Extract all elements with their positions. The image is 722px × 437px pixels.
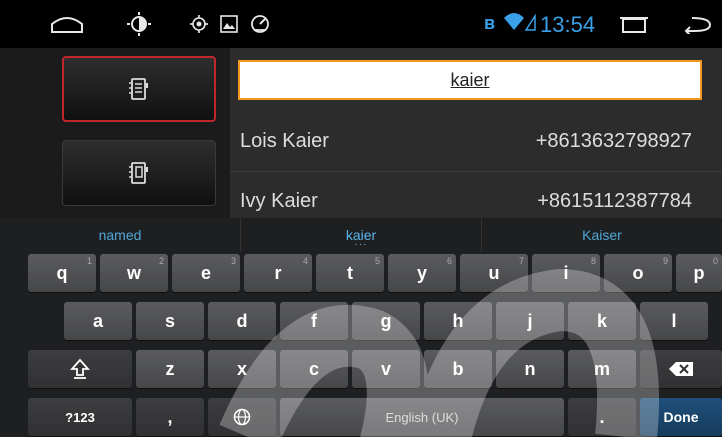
phonebook-button[interactable] (62, 140, 216, 206)
gps-icon (190, 15, 208, 33)
bluetooth-icon: ʙ (484, 13, 496, 33)
key-d[interactable]: d (208, 302, 276, 340)
key-k[interactable]: k (568, 302, 636, 340)
key-t[interactable]: t5 (316, 254, 384, 292)
status-time: 13:54 (540, 12, 596, 37)
contact-name: Lois Kaier (240, 130, 329, 152)
period-key[interactable]: . (568, 398, 636, 436)
home-icon[interactable] (50, 14, 84, 34)
suggestion-bar: named kaier Kaiser (0, 218, 722, 252)
speed-icon (250, 14, 270, 34)
suggestion-3[interactable]: Kaiser (482, 218, 722, 252)
suggestion-2[interactable]: kaier (241, 218, 482, 252)
contact-number: +8613632798927 (535, 130, 692, 152)
contacts-button[interactable] (62, 56, 216, 122)
key-h[interactable]: h (424, 302, 492, 340)
shift-icon (70, 358, 90, 379)
key-l[interactable]: l (640, 302, 708, 340)
backspace-icon (669, 362, 693, 376)
contact-name: Ivy Kaier (240, 190, 318, 212)
language-key[interactable] (208, 398, 276, 436)
shift-key[interactable] (28, 350, 132, 388)
key-e[interactable]: e3 (172, 254, 240, 292)
contact-row[interactable]: Lois Kaier +8613632798927 (230, 112, 722, 172)
key-v[interactable]: v (352, 350, 420, 388)
key-y[interactable]: y6 (388, 254, 456, 292)
globe-icon (233, 408, 251, 426)
key-j[interactable]: j (496, 302, 564, 340)
key-a[interactable]: a (64, 302, 132, 340)
key-q[interactable]: q1 (28, 254, 96, 292)
space-key[interactable]: English (UK) (280, 398, 564, 436)
phonebook-icon (129, 78, 148, 100)
key-i[interactable]: i8 (532, 254, 600, 292)
search-input[interactable]: kaier (238, 60, 702, 100)
key-b[interactable]: b (424, 350, 492, 388)
search-input-value: kaier (450, 69, 490, 90)
key-r[interactable]: r4 (244, 254, 312, 292)
suggestion-1[interactable]: named (0, 218, 241, 252)
comma-key[interactable]: , (136, 398, 204, 436)
wifi-icon (502, 10, 536, 39)
key-c[interactable]: c (280, 350, 348, 388)
window-icon[interactable] (620, 16, 648, 34)
key-s[interactable]: s (136, 302, 204, 340)
key-o[interactable]: o9 (604, 254, 672, 292)
key-w[interactable]: w2 (100, 254, 168, 292)
key-p[interactable]: p0 (676, 254, 722, 292)
soft-keyboard: named kaier Kaiser q1 w2 e3 r4 t5 y6 u7 … (0, 218, 722, 437)
key-z[interactable]: z (136, 350, 204, 388)
left-panel (0, 48, 230, 218)
key-n[interactable]: n (496, 350, 564, 388)
key-g[interactable]: g (352, 302, 420, 340)
back-icon[interactable] (684, 14, 714, 34)
brightness-icon (127, 12, 151, 36)
done-key[interactable]: Done (640, 398, 722, 436)
contact-search-panel: kaier Lois Kaier +8613632798927 Ivy Kaie… (230, 48, 722, 218)
contact-number: +8615112387784 (537, 190, 692, 212)
key-u[interactable]: u7 (460, 254, 528, 292)
key-f[interactable]: f (280, 302, 348, 340)
phonebook-outline-icon (129, 162, 148, 184)
status-bar: ʙ 13:54 (0, 0, 722, 48)
symbols-key[interactable]: ?123 (28, 398, 132, 436)
key-x[interactable]: x (208, 350, 276, 388)
gallery-icon (220, 15, 238, 33)
key-m[interactable]: m (568, 350, 636, 388)
backspace-key[interactable] (640, 350, 722, 388)
